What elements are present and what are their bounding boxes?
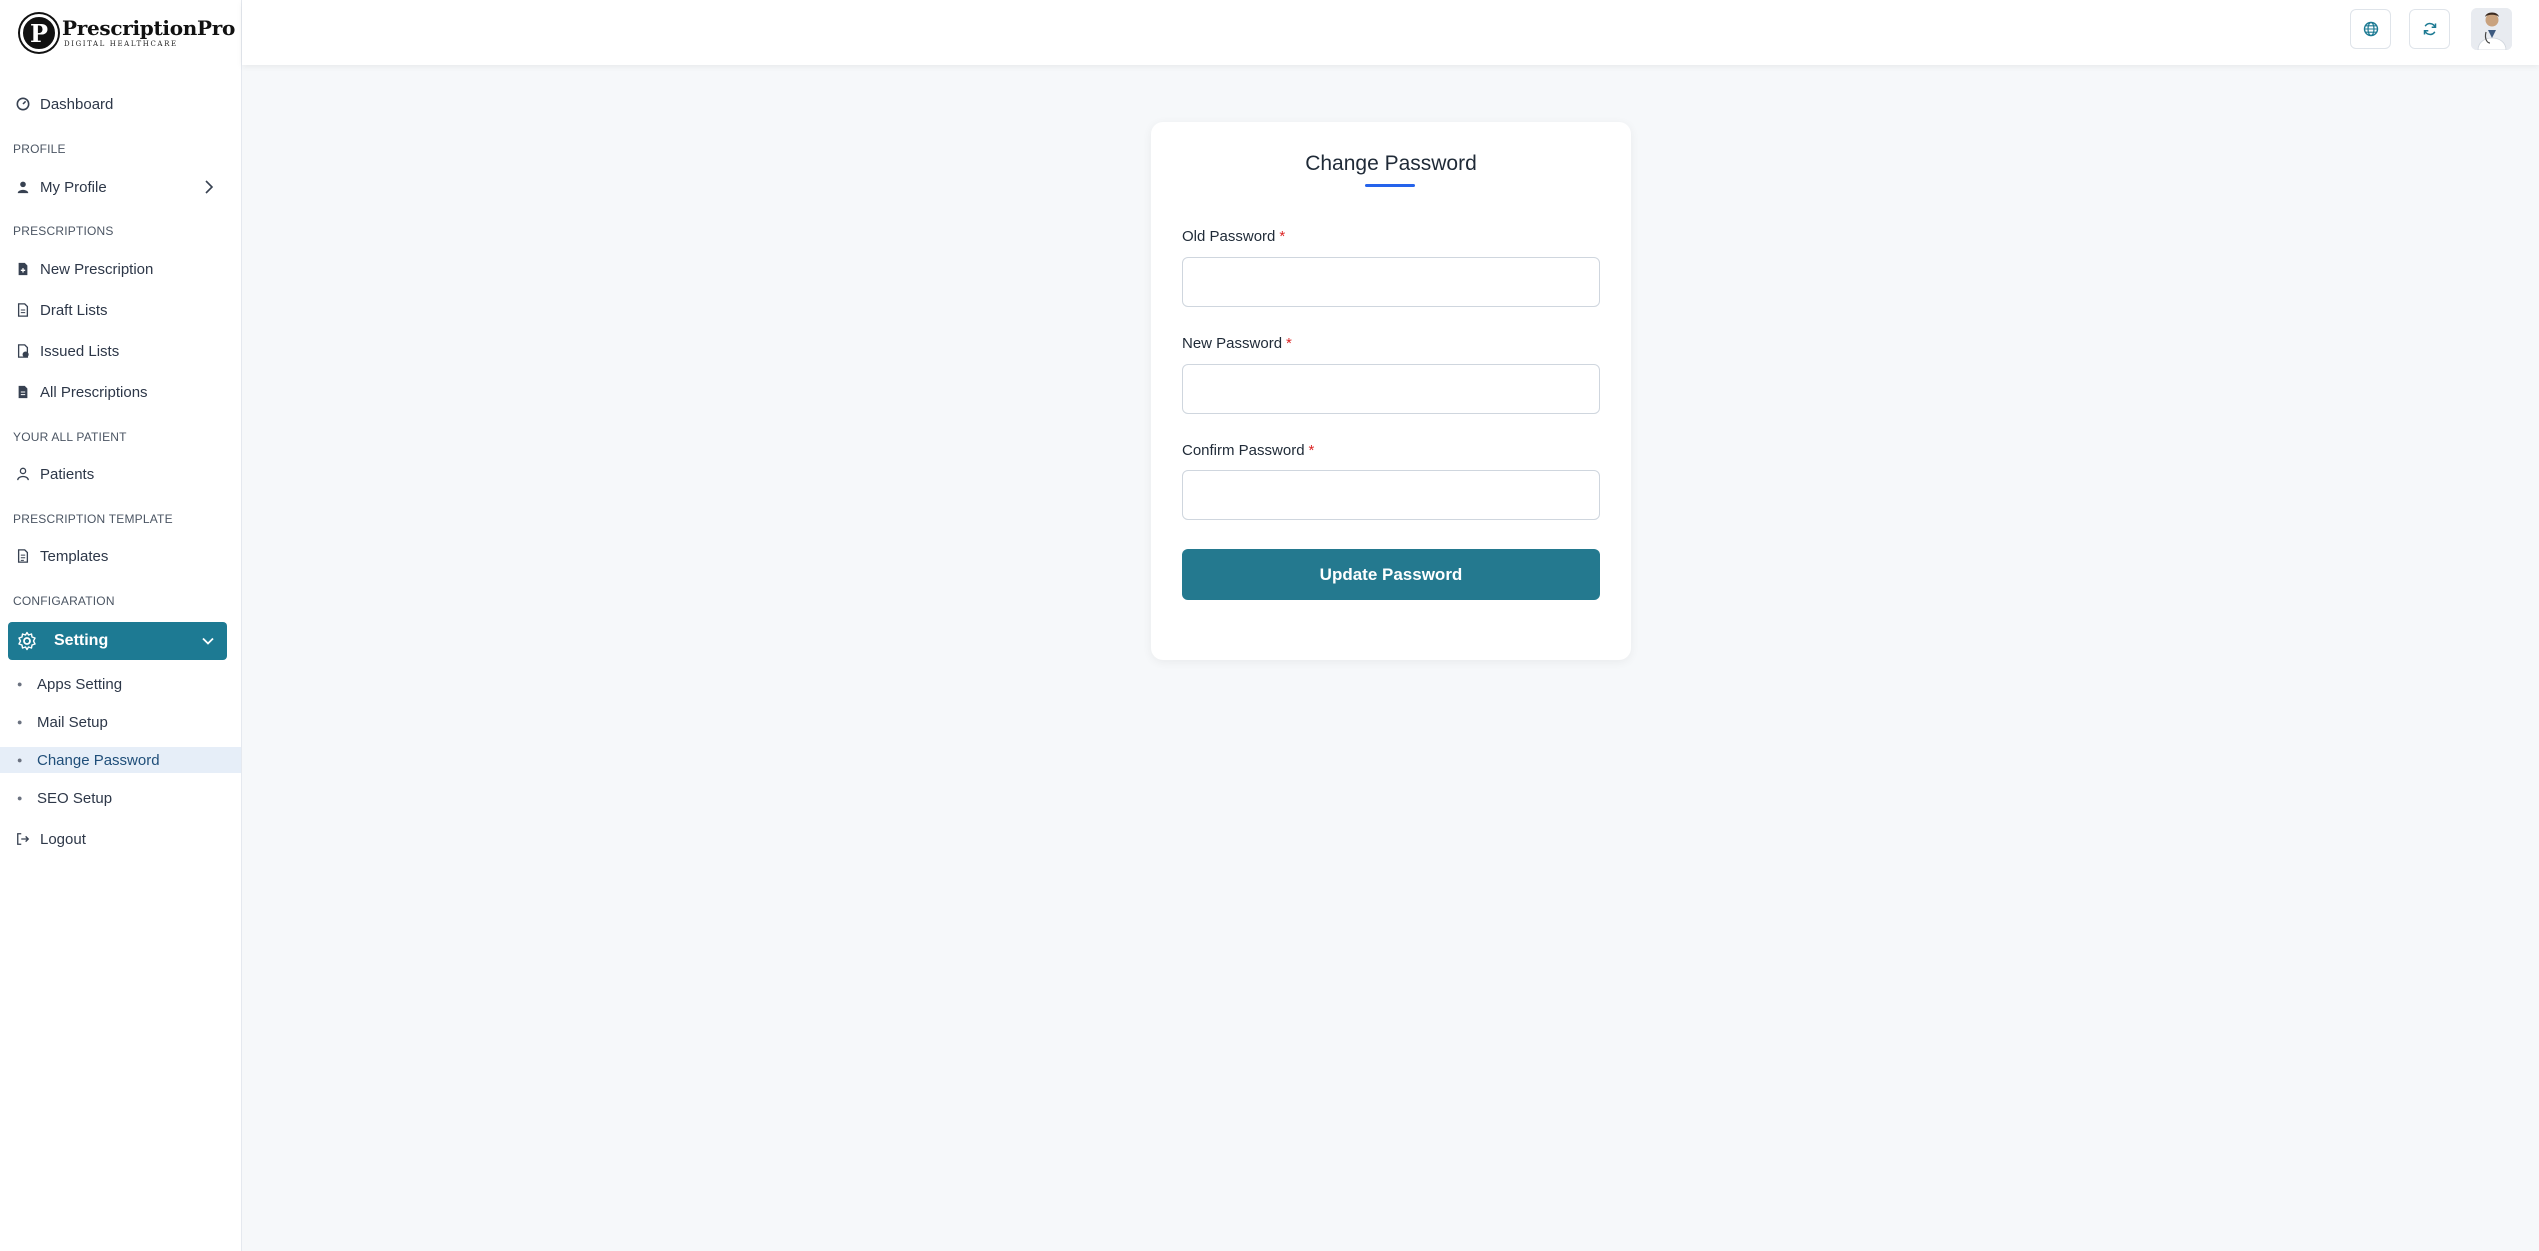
sidebar-item-issued-lists[interactable]: Issued Lists xyxy=(0,332,241,370)
confirm-password-label: Confirm Password * xyxy=(1182,442,1314,459)
sidebar-item-label: All Prescriptions xyxy=(40,383,148,401)
sidebar-subitem-label: SEO Setup xyxy=(37,789,113,807)
section-label-template: PRESCRIPTION TEMPLATE xyxy=(13,512,173,526)
patient-icon xyxy=(16,467,30,481)
old-password-label: Old Password * xyxy=(1182,228,1285,245)
globe-icon xyxy=(2363,21,2378,37)
page-title: Change Password xyxy=(1305,152,1477,175)
sidebar-item-label: Patients xyxy=(40,465,95,483)
sidebar-item-label: Dashboard xyxy=(40,95,114,113)
sidebar-subitem-label: Change Password xyxy=(37,751,160,769)
sidebar-item-my-profile[interactable]: My Profile xyxy=(0,168,241,206)
gear-icon xyxy=(18,631,36,651)
file-icon xyxy=(16,303,30,317)
document-icon xyxy=(16,549,30,563)
refresh-button[interactable] xyxy=(2409,9,2450,49)
logo-subtitle: DIGITAL HEALTHCARE xyxy=(64,40,178,48)
logo-mark: P xyxy=(20,14,58,52)
confirm-password-input[interactable] xyxy=(1182,470,1600,520)
old-password-input[interactable] xyxy=(1182,257,1600,307)
sidebar-subitem-label: Mail Setup xyxy=(37,713,108,731)
chevron-down-icon xyxy=(202,637,214,645)
sidebar-item-templates[interactable]: Templates xyxy=(0,537,241,575)
sidebar-subitem-mail-setup[interactable]: ● Mail Setup xyxy=(0,709,241,735)
section-label-profile: PROFILE xyxy=(13,142,66,156)
new-password-label-text: New Password xyxy=(1182,335,1283,352)
logo-title: PrescriptionPro xyxy=(62,16,235,40)
section-label-prescriptions: PRESCRIPTIONS xyxy=(13,224,114,238)
sidebar-subitem-label: Apps Setting xyxy=(37,675,123,693)
file-check-icon xyxy=(16,344,30,358)
title-underline xyxy=(1365,184,1415,187)
sidebar-item-draft-lists[interactable]: Draft Lists xyxy=(0,291,241,329)
confirm-password-label-text: Confirm Password xyxy=(1182,442,1305,459)
bullet-icon: ● xyxy=(17,679,23,689)
new-password-label: New Password * xyxy=(1182,335,1292,352)
old-password-label-text: Old Password xyxy=(1182,228,1276,245)
logout-icon xyxy=(16,832,30,846)
sidebar-item-label: Draft Lists xyxy=(40,301,108,319)
sidebar: P PrescriptionPro DIGITAL HEALTHCARE Das… xyxy=(0,0,242,1251)
section-label-patients: YOUR ALL PATIENT xyxy=(13,430,127,444)
sidebar-item-new-prescription[interactable]: New Prescription xyxy=(0,250,241,288)
new-password-input[interactable] xyxy=(1182,364,1600,414)
sidebar-item-label: Issued Lists xyxy=(40,342,120,360)
refresh-icon xyxy=(2423,22,2436,36)
dashboard-icon xyxy=(16,97,30,111)
sidebar-item-patients[interactable]: Patients xyxy=(0,455,241,493)
update-password-button[interactable]: Update Password xyxy=(1182,549,1600,600)
bullet-icon: ● xyxy=(17,793,23,803)
file-text-icon xyxy=(16,385,30,399)
sidebar-subitem-change-password[interactable]: ● Change Password xyxy=(0,747,241,773)
sidebar-item-label: My Profile xyxy=(40,178,107,196)
sidebar-item-label: Templates xyxy=(40,547,109,565)
sidebar-subitem-seo-setup[interactable]: ● SEO Setup xyxy=(0,785,241,811)
sidebar-item-setting[interactable]: Setting xyxy=(8,622,227,660)
sidebar-item-dashboard[interactable]: Dashboard xyxy=(0,85,241,123)
user-icon xyxy=(16,180,30,194)
sidebar-item-label: Setting xyxy=(54,632,109,649)
required-mark: * xyxy=(1286,335,1292,352)
bullet-icon: ● xyxy=(17,755,23,765)
top-header xyxy=(242,0,2539,65)
language-button[interactable] xyxy=(2350,9,2391,49)
sidebar-item-label: New Prescription xyxy=(40,260,154,278)
sidebar-item-logout[interactable]: Logout xyxy=(0,820,241,858)
file-plus-icon xyxy=(16,262,30,276)
brand-logo[interactable]: P PrescriptionPro DIGITAL HEALTHCARE xyxy=(20,14,235,52)
bullet-icon: ● xyxy=(17,717,23,727)
required-mark: * xyxy=(1308,442,1315,459)
sidebar-subitem-apps-setting[interactable]: ● Apps Setting xyxy=(0,671,241,697)
user-avatar[interactable] xyxy=(2471,8,2512,50)
avatar-image xyxy=(2471,8,2512,50)
change-password-card: Change Password Old Password * New Passwo… xyxy=(1151,122,1631,660)
required-mark: * xyxy=(1279,228,1286,245)
sidebar-item-label: Logout xyxy=(40,830,86,848)
sidebar-item-all-prescriptions[interactable]: All Prescriptions xyxy=(0,373,241,411)
section-label-config: CONFIGARATION xyxy=(13,594,115,608)
chevron-right-icon xyxy=(205,180,214,194)
